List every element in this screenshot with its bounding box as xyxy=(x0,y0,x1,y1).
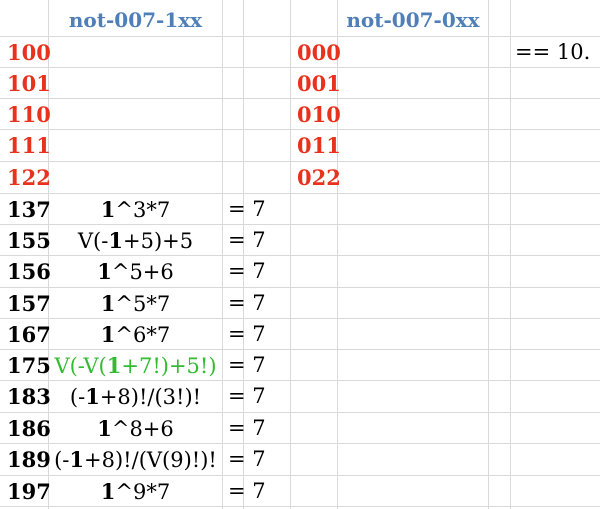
result-cell[interactable]: = 7 xyxy=(223,350,288,381)
expression-cell[interactable]: 1^9*7 xyxy=(49,476,222,507)
red-code-cell[interactable]: 001 xyxy=(290,68,341,99)
expression-segment: +8)!/(V(9)!)! xyxy=(84,448,217,472)
red-code-cell[interactable]: 022 xyxy=(290,162,341,193)
expression-segment: 1 xyxy=(100,291,116,316)
row-number-cell[interactable]: 197 xyxy=(0,476,51,507)
row-number-cell[interactable]: 137 xyxy=(0,194,51,225)
expression-segment: 1 xyxy=(100,322,116,347)
row-number-cell[interactable]: 186 xyxy=(0,413,51,444)
expression-segment: 1 xyxy=(85,384,100,409)
expression-segment: V(- xyxy=(77,229,109,253)
row-number-cell[interactable]: 175 xyxy=(0,350,51,381)
row-number-cell[interactable]: 155 xyxy=(0,225,51,256)
row-number-cell[interactable]: 167 xyxy=(0,319,51,350)
result-cell[interactable]: = 7 xyxy=(223,381,288,412)
expression-segment: ^6*7 xyxy=(115,323,171,347)
expression-segment: (- xyxy=(69,385,86,409)
row-number-cell[interactable]: 189 xyxy=(0,444,51,475)
expression-segment: 1 xyxy=(106,353,122,378)
row-number-cell[interactable]: 183 xyxy=(0,381,51,412)
result-cell[interactable]: = 7 xyxy=(223,194,288,225)
expression-cell[interactable]: 1^8+6 xyxy=(49,413,222,444)
row-number-cell[interactable]: 156 xyxy=(0,256,51,287)
expression-segment: 1 xyxy=(97,416,112,441)
result-cell[interactable]: = 7 xyxy=(223,225,288,256)
row-number-cell[interactable]: 157 xyxy=(0,288,51,319)
red-code-cell[interactable]: 110 xyxy=(0,99,51,130)
red-code-cell[interactable]: 101 xyxy=(0,68,51,99)
red-code-cell[interactable]: 111 xyxy=(0,130,51,161)
expression-cell[interactable]: (-1+8)!/(V(9)!)! xyxy=(49,444,222,475)
result-cell[interactable]: = 7 xyxy=(223,256,288,287)
header-not-007-0xx[interactable]: not-007-0xx xyxy=(338,5,488,36)
expression-cell[interactable]: 1^3*7 xyxy=(49,194,222,225)
expression-cell[interactable]: V(-V(1+7!)+5!) xyxy=(49,350,222,381)
expression-segment: +8)!/(3!)! xyxy=(99,385,202,409)
expression-segment: (- xyxy=(54,448,70,472)
expression-segment: 1 xyxy=(100,197,116,222)
result-cell[interactable]: = 7 xyxy=(223,413,288,444)
expression-segment: +5)+5 xyxy=(122,229,194,253)
red-code-cell[interactable]: 122 xyxy=(0,162,51,193)
expression-segment: 1 xyxy=(97,259,112,284)
expression-cell[interactable]: V(-1+5)+5 xyxy=(49,225,222,256)
expression-cell[interactable]: 1^5+6 xyxy=(49,256,222,287)
expression-segment: V(-V( xyxy=(54,354,107,378)
expression-segment: ^8+6 xyxy=(111,417,174,441)
result-cell[interactable]: = 7 xyxy=(223,288,288,319)
note-cell[interactable]: == 10. xyxy=(511,37,600,68)
expression-segment: ^9*7 xyxy=(115,480,171,504)
expression-segment: +7!)+5!) xyxy=(121,354,217,378)
expression-segment: ^5+6 xyxy=(111,260,174,284)
expression-segment: 1 xyxy=(108,228,123,253)
red-code-cell[interactable]: 100 xyxy=(0,37,51,68)
result-cell[interactable]: = 7 xyxy=(223,444,288,475)
red-code-cell[interactable]: 000 xyxy=(290,37,341,68)
red-code-cell[interactable]: 011 xyxy=(290,130,341,161)
expression-segment: ^3*7 xyxy=(115,198,171,222)
header-not-007-1xx[interactable]: not-007-1xx xyxy=(49,5,222,36)
expression-cell[interactable]: 1^6*7 xyxy=(49,319,222,350)
expression-cell[interactable]: 1^5*7 xyxy=(49,288,222,319)
result-cell[interactable]: = 7 xyxy=(223,476,288,507)
expression-segment: ^5*7 xyxy=(115,292,171,316)
expression-segment: 1 xyxy=(100,479,116,504)
spreadsheet-grid: not-007-1xx not-007-0xx == 10. 100 101 1… xyxy=(0,0,600,509)
red-code-cell[interactable]: 010 xyxy=(290,99,341,130)
result-cell[interactable]: = 7 xyxy=(223,319,288,350)
expression-cell[interactable]: (-1+8)!/(3!)! xyxy=(49,381,222,412)
expression-segment: 1 xyxy=(69,447,85,472)
